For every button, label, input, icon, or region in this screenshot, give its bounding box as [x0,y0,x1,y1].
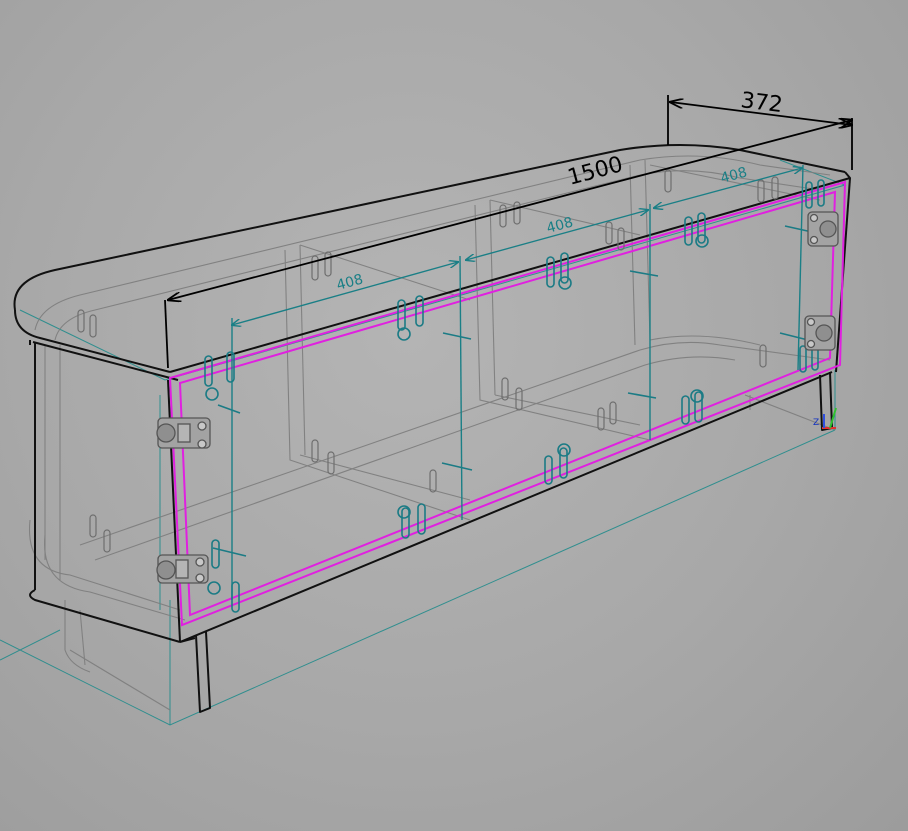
hinge-bottom-left [156,554,209,584]
hidden-edges [28,155,836,711]
depth-label: 372 [739,88,784,118]
hardware-fittings [204,179,825,613]
dowel-group-mid3 [681,212,709,425]
cabinet-drawing[interactable]: 1500 372 408 408 408 Z [0,0,908,831]
compartment-1-label: 408 [335,271,365,293]
hinge-bottom-right [804,315,836,351]
hinge-top-right [807,211,839,247]
hinge-top-left [156,417,211,449]
z-axis-label: Z [813,418,819,428]
dowel-group-left [204,351,247,613]
compartment-2-label: 408 [545,214,575,236]
construction-lines [0,159,847,726]
overall-dimension-lines [164,95,852,369]
compartment-dimension-lines [232,164,803,600]
cad-viewport[interactable]: 1500 372 408 408 408 Z [0,0,908,831]
overall-length-label: 1500 [565,152,626,191]
hinges [156,211,839,584]
